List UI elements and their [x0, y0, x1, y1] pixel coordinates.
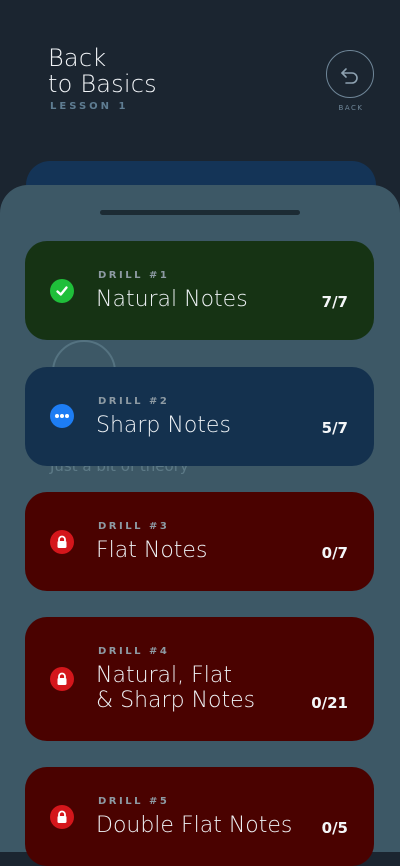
back-label: BACK [338, 104, 364, 112]
drill-card-3[interactable]: DRILL #3 Flat Notes 0/7 [25, 492, 374, 591]
drill-number: DRILL #5 [98, 796, 170, 807]
lock-icon [50, 667, 74, 691]
lesson-label: LESSON 1 [50, 101, 129, 112]
drill-progress-count: 0/7 [321, 544, 348, 562]
drill-name-line2: & Sharp Notes [96, 688, 256, 713]
drill-card-4[interactable]: DRILL #4 Natural, Flat & Sharp Notes 0/2… [25, 617, 374, 741]
drill-card-2[interactable]: DRILL #2 Sharp Notes 5/7 [25, 367, 374, 466]
check-circle-icon [50, 279, 74, 303]
lesson-title-line1: Back [48, 44, 107, 72]
sheet-grabber[interactable] [100, 210, 300, 215]
back-arrow-icon [341, 68, 358, 84]
drill-number: DRILL #2 [98, 396, 170, 407]
drills-sheet: Just a bit of theory DRILL #1 Natural No… [0, 185, 400, 866]
drill-number: DRILL #1 [98, 270, 170, 281]
drill-name-line1: Natural, Flat [96, 663, 233, 688]
lock-icon [50, 805, 74, 829]
drill-progress-count: 7/7 [321, 293, 348, 311]
drill-name: Natural Notes [96, 287, 248, 312]
lock-icon [50, 530, 74, 554]
lesson-header: Back to Basics LESSON 1 BACK [0, 0, 400, 170]
drill-progress-count: 0/21 [311, 694, 348, 712]
ellipsis-circle-icon [50, 404, 74, 428]
drill-number: DRILL #4 [98, 646, 170, 657]
drill-name: Flat Notes [96, 538, 208, 563]
lesson-title-line2: to Basics [48, 70, 157, 98]
back-button[interactable] [326, 50, 374, 98]
drill-card-1[interactable]: DRILL #1 Natural Notes 7/7 [25, 241, 374, 340]
drill-progress-count: 5/7 [321, 419, 348, 437]
drill-progress-count: 0/5 [321, 819, 348, 837]
drill-card-5[interactable]: DRILL #5 Double Flat Notes 0/5 [25, 767, 374, 866]
drill-number: DRILL #3 [98, 521, 170, 532]
drill-name: Double Flat Notes [96, 813, 293, 838]
drill-name: Sharp Notes [96, 413, 231, 438]
